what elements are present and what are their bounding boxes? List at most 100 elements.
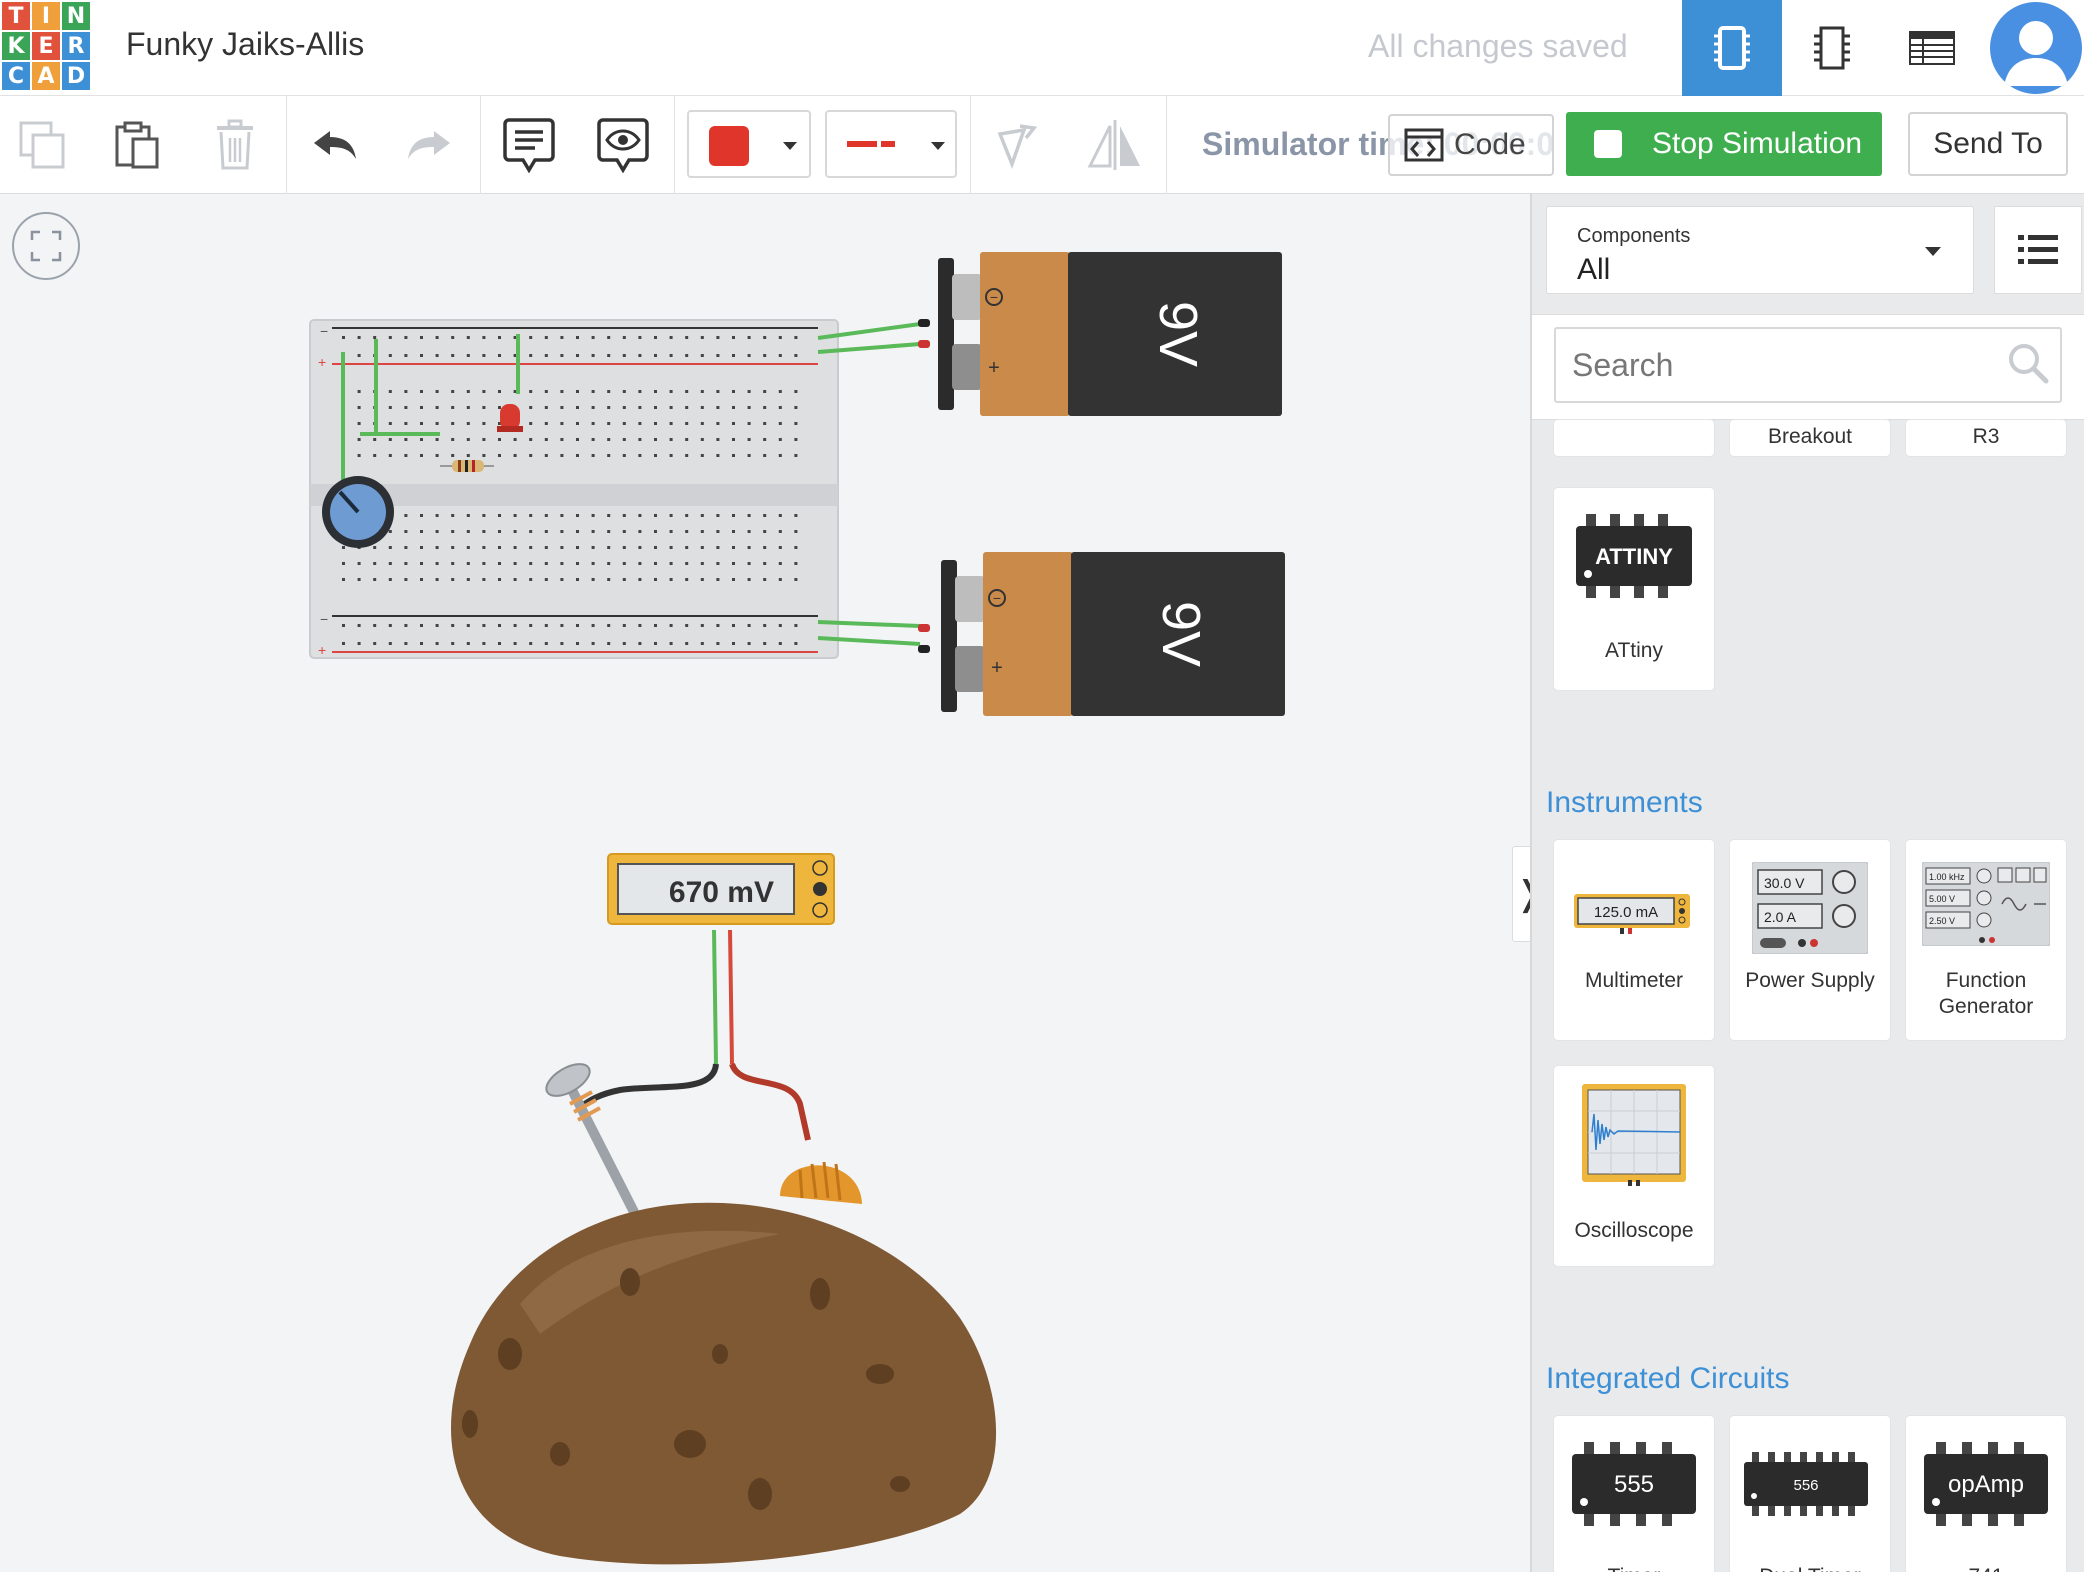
wire-type-picker[interactable] [825, 110, 957, 178]
user-icon [2004, 21, 2068, 86]
logo-letter: R [62, 32, 90, 60]
components-filter-label: Components [1577, 225, 1691, 247]
power-supply-voltage: 30.0 V [1764, 875, 1805, 891]
rotate-button[interactable] [980, 110, 1050, 180]
attiny-chip-icon: ATTINY [1576, 514, 1692, 598]
logo-letter: T [2, 2, 30, 30]
battery-voltage-label: 9V [1148, 301, 1208, 367]
undo-button[interactable] [300, 110, 370, 180]
battery-9v-top[interactable]: − + 9V [938, 252, 1282, 416]
components-filter-value: All [1577, 253, 1611, 286]
delete-button[interactable] [200, 110, 270, 180]
function-generator-offset: 2.50 V [1929, 916, 1955, 926]
schematic-view-icon [1814, 26, 1850, 70]
toggle-notes-visibility-button[interactable] [588, 110, 658, 180]
stop-simulation-button[interactable]: Stop Simulation [1566, 112, 1882, 176]
ic-555-icon: 555 [1572, 1442, 1696, 1526]
wire-type-icon [847, 141, 895, 147]
component-list-view-button[interactable] [1882, 0, 1982, 96]
rail-plus-label: + [318, 642, 326, 658]
power-supply-current: 2.0 A [1764, 909, 1797, 925]
battery-9v-bottom[interactable]: − + 9V [941, 552, 1285, 716]
send-to-button[interactable]: Send To [1908, 112, 2068, 176]
chip-text: 556 [1793, 1477, 1818, 1494]
potato[interactable] [450, 1202, 997, 1565]
battery-voltage-label: 9V [1151, 601, 1211, 667]
multimeter-display: 125.0 mA [1594, 904, 1658, 921]
component-card-oscilloscope[interactable]: Oscilloscope [1554, 1066, 1714, 1266]
multimeter-leads [580, 929, 811, 1141]
multimeter[interactable]: 670 mV [607, 853, 835, 925]
component-label: Breakout [1767, 425, 1853, 448]
section-title-integrated-circuits: Integrated Circuits [1546, 1362, 1790, 1395]
component-card-556-dual-timer[interactable]: 556 Dual Timer [1730, 1416, 1890, 1572]
copy-button[interactable] [8, 110, 78, 180]
schematic-view-button[interactable] [1782, 0, 1882, 96]
paste-button[interactable] [102, 110, 172, 180]
code-button[interactable]: Code [1388, 114, 1554, 176]
function-generator-amplitude: 5.00 V [1929, 894, 1955, 904]
ic-556-icon: 556 [1744, 1452, 1868, 1516]
rail-minus-label: − [320, 323, 328, 339]
rotate-icon [997, 124, 1038, 169]
redo-button[interactable] [394, 110, 464, 180]
redo-icon [408, 131, 450, 159]
components-panel: Components All Breakout R3 ATTINY ATtiny… [1530, 194, 2084, 1572]
copper-electrode [780, 1161, 862, 1204]
oscilloscope-icon [1582, 1084, 1686, 1186]
component-card-power-supply[interactable]: 30.0 V 2.0 A Power Supply [1730, 840, 1890, 1040]
function-generator-icon: 1.00 kHz 5.00 V 2.50 V [1922, 862, 2050, 946]
potentiometer[interactable] [322, 476, 394, 548]
rail-minus-label: − [320, 611, 328, 627]
components-filter-select[interactable]: Components All [1546, 206, 1974, 294]
search-icon[interactable] [2006, 341, 2050, 385]
toolbar-separator [480, 96, 481, 194]
project-title[interactable]: Funky Jaiks-Allis [126, 26, 364, 63]
component-card[interactable]: R3 [1906, 420, 2066, 456]
svg-text:−: − [993, 590, 1001, 606]
wire-color-picker[interactable] [687, 110, 811, 178]
search-input[interactable] [1554, 327, 2062, 403]
chip-text: ATTINY [1595, 544, 1673, 569]
component-card-555-timer[interactable]: 555 Timer [1554, 1416, 1714, 1572]
chevron-down-icon [931, 142, 945, 150]
search-bar [1532, 314, 2084, 420]
component-label: 741 [1906, 1564, 2066, 1572]
component-label: R3 [1972, 425, 2000, 448]
list-view-button[interactable] [1994, 206, 2082, 294]
top-bar: T I N K E R C A D Funky Jaiks-Allis All … [0, 0, 2084, 96]
copy-icon [19, 121, 65, 169]
user-avatar[interactable] [1990, 2, 2082, 94]
logo-letter: K [2, 32, 30, 60]
circuit-view-button[interactable] [1682, 0, 1782, 96]
component-label: Power Supply [1745, 969, 1875, 992]
stop-icon [1594, 130, 1622, 158]
component-card-function-generator[interactable]: 1.00 kHz 5.00 V 2.50 V Function Generato… [1906, 840, 2066, 1040]
component-card-multimeter[interactable]: 125.0 mA Multimeter [1554, 840, 1714, 1040]
svg-text:+: + [991, 657, 1003, 679]
chip-text: 555 [1614, 1471, 1654, 1498]
tinkercad-logo[interactable]: T I N K E R C A D [0, 0, 90, 92]
component-card[interactable]: Breakout [1730, 420, 1890, 456]
flip-button[interactable] [1080, 110, 1150, 180]
chip-text: opAmp [1948, 1471, 2024, 1498]
component-card-opamp-741[interactable]: opAmp 741 [1906, 1416, 2066, 1572]
save-status: All changes saved [1368, 28, 1628, 64]
component-card-attiny[interactable]: ATTINY ATtiny [1554, 488, 1714, 690]
logo-letter: I [32, 2, 60, 30]
component-label: Function Generator [1938, 969, 2034, 1018]
toolbar-separator [970, 96, 971, 194]
table-icon [1909, 31, 1955, 65]
component-label: ATtiny [1605, 639, 1663, 662]
component-label: Oscilloscope [1574, 1219, 1694, 1242]
notes-button[interactable] [494, 110, 564, 180]
component-card[interactable] [1554, 420, 1714, 456]
component-label: Dual Timer [1730, 1564, 1890, 1572]
circuit-canvas[interactable]: − + − + − + 9V − + 9V 670 mV [0, 194, 1530, 1572]
breadboard[interactable]: − + − + [309, 319, 839, 659]
code-label: Code [1454, 128, 1526, 161]
component-label: Multimeter [1584, 969, 1684, 992]
code-icon [1404, 128, 1444, 162]
note-icon [503, 118, 555, 174]
paste-icon [115, 121, 159, 169]
